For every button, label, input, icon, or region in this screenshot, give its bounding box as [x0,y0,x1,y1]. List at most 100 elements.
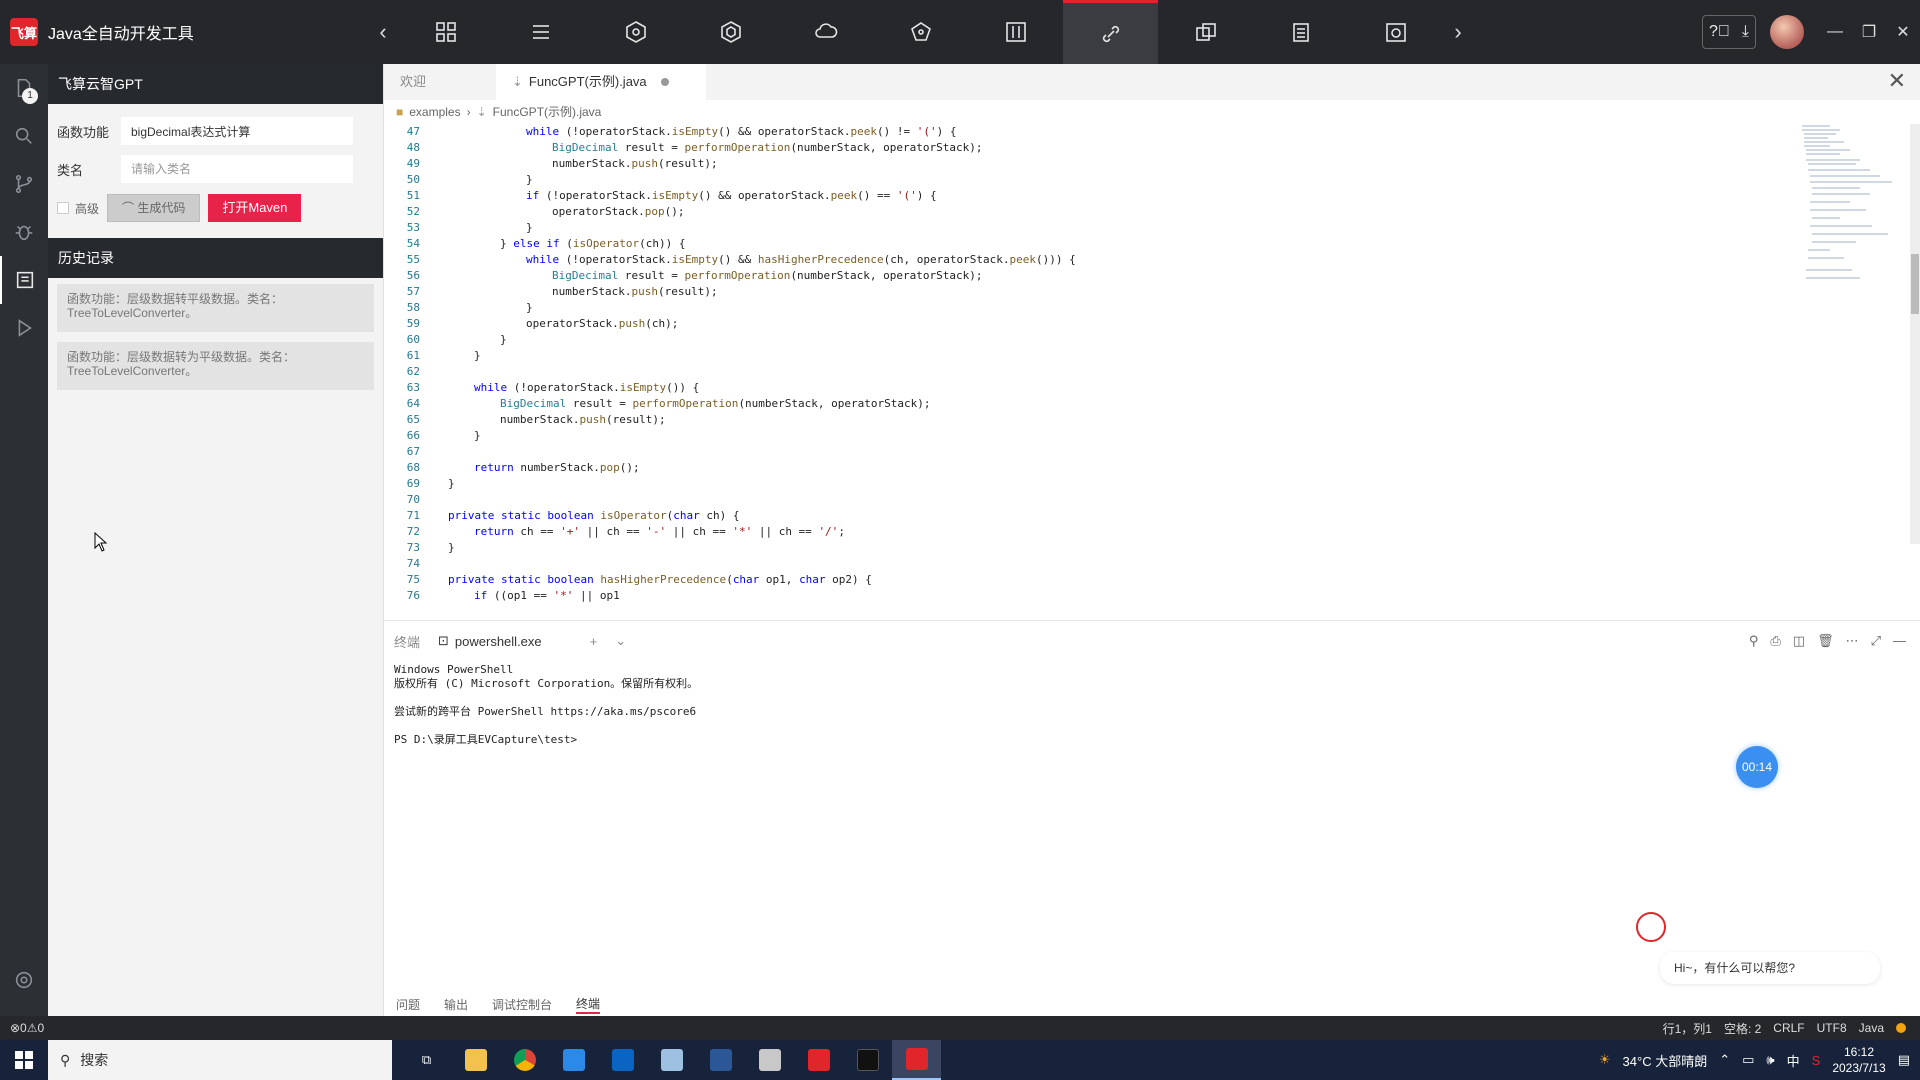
code-line[interactable]: 48 BigDecimal result = performOperation(n… [384,140,1784,156]
list-icon[interactable] [493,0,588,64]
print-icon[interactable]: ⎙ [1770,633,1780,649]
feisuan-icon[interactable] [794,1040,843,1080]
breadcrumb-file[interactable]: FuncGPT(示例).java [493,100,602,124]
code-line[interactable]: 52 operatorStack.pop(); [384,204,1784,220]
more-icon[interactable]: ⋯ [1846,633,1859,649]
code-line[interactable]: 49 numberStack.push(result); [384,156,1784,172]
code-line[interactable]: 56 BigDecimal result = performOperation(n… [384,268,1784,284]
class-input[interactable] [121,155,353,183]
tab-funcgpt[interactable]: ⇣ FuncGPT(示例).java [496,64,706,100]
code-line[interactable]: 53} [384,220,1784,236]
network-icon[interactable] [873,0,968,64]
minimize-panel-icon[interactable]: — [1893,633,1906,649]
code-line[interactable]: 59 operatorStack.push(ch); [384,316,1784,332]
editor-close-icon[interactable]: ✕ [1888,68,1906,94]
code-area[interactable]: 47 while (!operatorStack.isEmpty() && ope… [384,124,1784,620]
restore-icon[interactable]: ❐ [1852,22,1886,42]
terminal-app-icon[interactable] [843,1040,892,1080]
feisuan-active-icon[interactable] [892,1040,941,1080]
minimize-icon[interactable]: — [1818,23,1852,41]
volume-icon[interactable]: 🕪 [1766,1052,1774,1068]
chevron-down-icon[interactable]: ⌄ [615,633,626,649]
history-item[interactable]: 函数功能：层级数据转平级数据。类名：TreeToLevelConverter。 [57,284,374,332]
help-icon[interactable]: ?⃝ [1709,23,1730,41]
file-explorer-icon[interactable] [451,1040,500,1080]
clipboard-icon[interactable] [1253,0,1348,64]
notifications-icon[interactable]: ▤ [1898,1052,1910,1068]
close-icon[interactable]: ✕ [1886,22,1920,42]
outlook-icon[interactable] [598,1040,647,1080]
function-input[interactable] [121,117,353,145]
code-line[interactable]: 50} [384,172,1784,188]
code-line[interactable]: 58} [384,300,1784,316]
tab-output[interactable]: 输出 [444,996,468,1013]
scrollbar-thumb[interactable] [1911,254,1919,314]
maximize-icon[interactable]: ⤢ [1871,633,1881,649]
minimap[interactable] [1800,124,1910,284]
generate-code-button[interactable]: ⌒ 生成代码 [107,194,201,222]
trash-icon[interactable]: 🗑 [1817,633,1834,649]
chat-prompt[interactable]: Hi~，有什么可以帮您? [1660,952,1880,984]
gpt-panel-icon[interactable] [0,256,48,304]
advanced-checkbox[interactable]: 高级 [57,200,99,217]
modules-icon[interactable] [398,0,493,64]
checkbox-box[interactable] [57,202,69,214]
explorer-icon[interactable]: 1 [0,64,48,112]
gear-box-icon[interactable] [1348,0,1443,64]
code-line[interactable]: 65 numberStack.push(result); [384,412,1784,428]
code-line[interactable]: 62 [384,364,1784,380]
breadcrumb-folder[interactable]: examples [409,100,460,124]
hexagon-icon[interactable] [588,0,683,64]
network-tray-icon[interactable]: ▭ [1742,1052,1754,1068]
tab-welcome[interactable]: 欢迎 [384,64,496,100]
windows-start-icon[interactable] [0,1051,48,1069]
taskbar-search[interactable]: ⚲ 搜索 [48,1040,392,1080]
link-icon[interactable] [1063,0,1158,64]
tab-terminal[interactable]: 终端 [576,995,601,1014]
split-icon[interactable]: ◫ [1793,633,1805,649]
code-line[interactable]: 71 private static boolean isOperator(char… [384,508,1784,524]
toolbar-scroll-right-icon[interactable]: › [1443,19,1473,45]
code-line[interactable]: 74 [384,556,1784,572]
code-line[interactable]: 61} [384,348,1784,364]
sliders-icon[interactable] [968,0,1063,64]
recording-timer[interactable]: 00:14 [1736,746,1778,788]
search-icon[interactable] [0,112,48,160]
open-maven-button[interactable]: 打开Maven [208,194,302,222]
source-control-icon[interactable] [0,160,48,208]
indent-setting[interactable]: 空格: 2 [1724,1020,1761,1037]
problems-count[interactable]: ⊗0⚠0 [10,1021,44,1035]
eol-setting[interactable]: CRLF [1773,1021,1804,1035]
code-line[interactable]: 47 while (!operatorStack.isEmpty() && ope… [384,124,1784,140]
code-line[interactable]: 64 BigDecimal result = performOperation(n… [384,396,1784,412]
code-line[interactable]: 51 if (!operatorStack.isEmpty() && operat… [384,188,1784,204]
debug-icon[interactable] [0,208,48,256]
code-line[interactable]: 68 return numberStack.pop(); [384,460,1784,476]
copy-icon[interactable] [1158,0,1253,64]
code-line[interactable]: 54} else if (isOperator(ch)) { [384,236,1784,252]
editor-scrollbar[interactable] [1910,124,1920,544]
code-line[interactable]: 63 while (!operatorStack.isEmpty()) { [384,380,1784,396]
sogou-icon[interactable]: S [1812,1053,1821,1068]
encoding-setting[interactable]: UTF8 [1817,1021,1847,1035]
add-terminal-icon[interactable]: + [590,634,598,649]
cube-icon[interactable] [683,0,778,64]
weather-text[interactable]: 34°C 大部晴朗 [1623,1051,1708,1070]
settings-gear-icon[interactable] [0,956,48,1004]
code-line[interactable]: 60} [384,332,1784,348]
code-line[interactable]: 69} [384,476,1784,492]
code-line[interactable]: 72 return ch == '+' || ch == '-' || ch ==… [384,524,1784,540]
tray-chevron-icon[interactable]: ⌃ [1719,1052,1730,1068]
weather-icon[interactable]: ☀ [1599,1052,1611,1068]
notes-icon[interactable] [647,1040,696,1080]
assistant-robot-icon[interactable] [1636,912,1666,942]
code-line[interactable]: 67 [384,444,1784,460]
tab-problems[interactable]: 问题 [396,996,420,1013]
toolbar-scroll-left-icon[interactable]: ‹ [368,19,398,45]
code-line[interactable]: 55 while (!operatorStack.isEmpty() && has… [384,252,1784,268]
code-line[interactable]: 76 if ((op1 == '*' || op1 [384,588,1784,604]
ime-indicator[interactable]: 中 [1787,1051,1800,1070]
code-line[interactable]: 66} [384,428,1784,444]
avatar[interactable] [1770,15,1804,49]
code-line[interactable]: 73} [384,540,1784,556]
